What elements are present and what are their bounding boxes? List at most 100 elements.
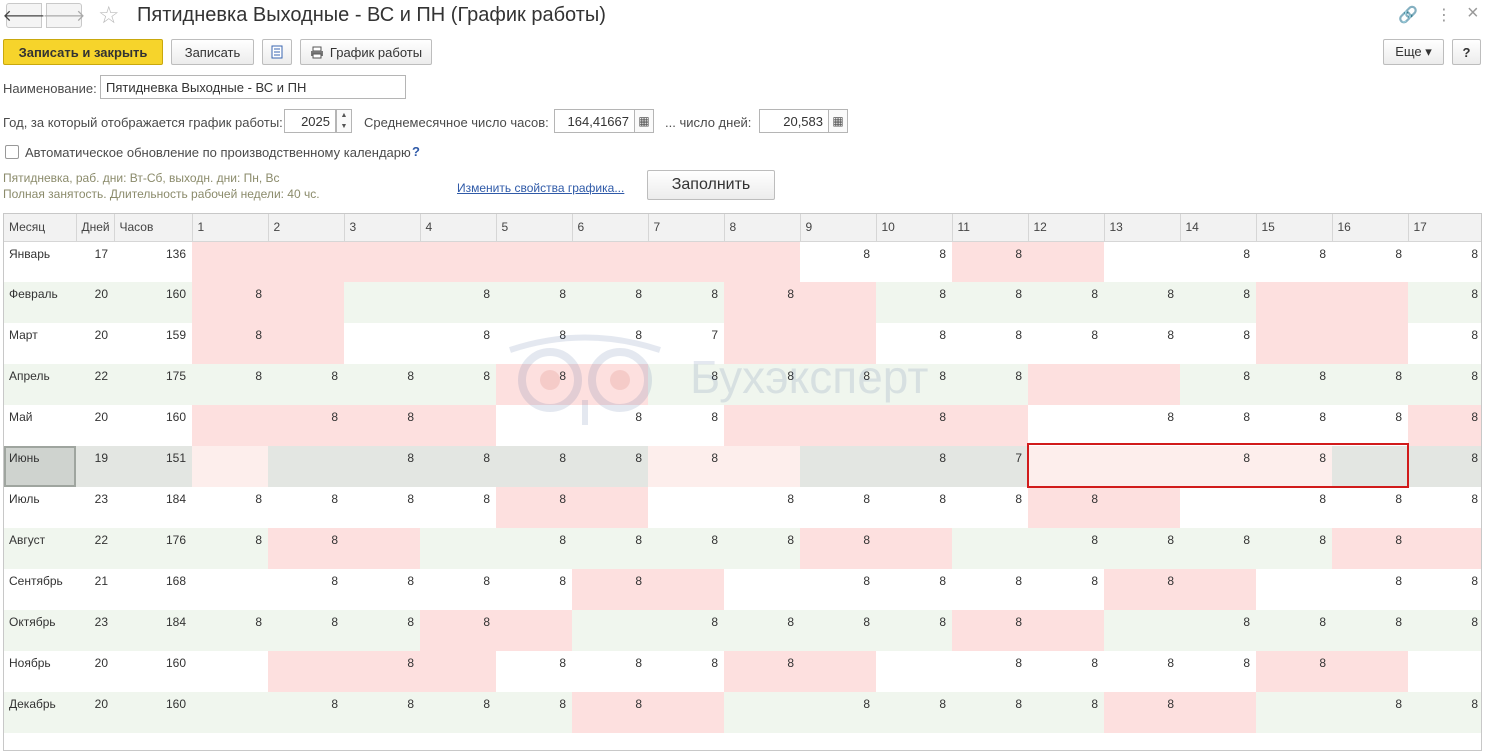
days-cell[interactable]: 17 bbox=[76, 241, 114, 282]
table-row[interactable]: Май 20 160 8 8 8 8 8 8 8 8 8 8 bbox=[4, 405, 1481, 446]
day-cell[interactable] bbox=[648, 241, 724, 282]
day-cell[interactable]: 8 bbox=[344, 569, 420, 610]
day-cell[interactable]: 8 bbox=[572, 692, 648, 733]
day-cell[interactable]: 8 bbox=[344, 651, 420, 692]
table-row[interactable]: Август 22 176 8 8 8 8 8 8 8 8 8 8 8 8 bbox=[4, 528, 1481, 569]
day-cell[interactable] bbox=[1332, 282, 1408, 323]
day-cell[interactable]: 8 bbox=[876, 364, 952, 405]
day-cell[interactable]: 8 bbox=[1408, 692, 1481, 733]
day-cell[interactable]: 8 bbox=[1408, 569, 1481, 610]
day-cell[interactable]: 8 bbox=[192, 364, 268, 405]
day-cell[interactable]: 8 bbox=[1408, 610, 1481, 651]
help-button[interactable]: ? bbox=[1452, 39, 1481, 65]
day-cell[interactable]: 8 bbox=[496, 487, 572, 528]
day-cell[interactable]: 8 bbox=[648, 364, 724, 405]
day-cell[interactable]: 8 bbox=[876, 446, 952, 487]
day-cell[interactable] bbox=[344, 323, 420, 364]
day-cell[interactable]: 7 bbox=[952, 446, 1028, 487]
day-cell[interactable]: 8 bbox=[1332, 569, 1408, 610]
column-header-day[interactable]: 9 bbox=[800, 214, 877, 242]
day-cell[interactable] bbox=[952, 405, 1028, 446]
day-cell[interactable]: 8 bbox=[496, 323, 572, 364]
day-cell[interactable]: 8 bbox=[496, 364, 572, 405]
days-cell[interactable]: 23 bbox=[76, 610, 114, 651]
day-cell[interactable] bbox=[1104, 610, 1180, 651]
day-cell[interactable] bbox=[192, 692, 268, 733]
day-cell[interactable]: 8 bbox=[724, 651, 800, 692]
day-cell[interactable] bbox=[192, 241, 268, 282]
day-cell[interactable] bbox=[724, 446, 800, 487]
day-cell[interactable]: 8 bbox=[1408, 323, 1481, 364]
table-row[interactable]: Декабрь201608888888888888 bbox=[4, 692, 1481, 733]
fill-button[interactable]: Заполнить bbox=[647, 170, 775, 200]
day-cell[interactable]: 8 bbox=[268, 405, 344, 446]
day-cell[interactable] bbox=[268, 282, 344, 323]
day-cell[interactable]: 8 bbox=[876, 569, 952, 610]
column-header-day[interactable]: 11 bbox=[952, 214, 1029, 242]
day-cell[interactable] bbox=[1028, 241, 1104, 282]
table-row[interactable]: Февраль201608888888888888 bbox=[4, 282, 1481, 323]
column-header-day[interactable]: 3 bbox=[344, 214, 421, 242]
column-header-day[interactable]: 12 bbox=[1028, 214, 1105, 242]
day-cell[interactable] bbox=[572, 610, 648, 651]
help-question-icon[interactable]: ? bbox=[412, 144, 420, 159]
days-cell[interactable]: 20 bbox=[76, 282, 114, 323]
spin-up-icon[interactable]: ▲ bbox=[341, 112, 348, 119]
day-cell[interactable]: 8 bbox=[1256, 487, 1332, 528]
day-cell[interactable]: 8 bbox=[1028, 282, 1104, 323]
day-cell[interactable] bbox=[1028, 405, 1104, 446]
day-cell[interactable]: 8 bbox=[1256, 446, 1332, 487]
day-cell[interactable] bbox=[724, 241, 800, 282]
back-arrow-icon[interactable]: 🡐 bbox=[3, 3, 45, 28]
day-cell[interactable]: 8 bbox=[496, 528, 572, 569]
day-cell[interactable] bbox=[496, 610, 572, 651]
day-cell[interactable] bbox=[724, 692, 800, 733]
column-header-day[interactable]: 13 bbox=[1104, 214, 1181, 242]
day-cell[interactable]: 8 bbox=[1332, 487, 1408, 528]
day-cell[interactable]: 8 bbox=[268, 692, 344, 733]
day-cell[interactable]: 8 bbox=[572, 651, 648, 692]
table-row[interactable]: Октябрь2318488888888888888 bbox=[4, 610, 1481, 651]
day-cell[interactable] bbox=[1028, 364, 1104, 405]
day-cell[interactable] bbox=[648, 569, 724, 610]
day-cell[interactable] bbox=[192, 651, 268, 692]
day-cell[interactable]: 8 bbox=[952, 323, 1028, 364]
day-cell[interactable]: 8 bbox=[1256, 364, 1332, 405]
day-cell[interactable]: 8 bbox=[344, 364, 420, 405]
day-cell[interactable]: 8 bbox=[1332, 364, 1408, 405]
day-cell[interactable]: 8 bbox=[952, 651, 1028, 692]
day-cell[interactable]: 8 bbox=[1332, 610, 1408, 651]
month-cell[interactable]: Январь bbox=[4, 241, 76, 282]
day-cell[interactable] bbox=[572, 487, 648, 528]
day-cell[interactable]: 8 bbox=[268, 487, 344, 528]
day-cell[interactable] bbox=[648, 692, 724, 733]
day-cell[interactable] bbox=[1332, 446, 1408, 487]
day-cell[interactable]: 8 bbox=[1180, 282, 1256, 323]
table-row[interactable]: Январь1713688888888 bbox=[4, 241, 1481, 282]
month-cell[interactable]: Август bbox=[4, 528, 76, 569]
day-cell[interactable] bbox=[192, 569, 268, 610]
column-header-day[interactable]: 16 bbox=[1332, 214, 1409, 242]
day-cell[interactable] bbox=[268, 241, 344, 282]
hours-cell[interactable]: 160 bbox=[114, 651, 192, 692]
day-cell[interactable]: 8 bbox=[344, 692, 420, 733]
day-cell[interactable]: 8 bbox=[1408, 446, 1481, 487]
day-cell[interactable]: 8 bbox=[1408, 487, 1481, 528]
save-and-close-button[interactable]: Записать и закрыть bbox=[3, 39, 163, 65]
column-header-hours[interactable]: Часов bbox=[114, 214, 193, 242]
day-cell[interactable]: 8 bbox=[648, 610, 724, 651]
day-cell[interactable] bbox=[496, 405, 572, 446]
calculator-icon[interactable]: ▦ bbox=[828, 109, 848, 133]
day-cell[interactable]: 8 bbox=[1180, 241, 1256, 282]
day-cell[interactable]: 8 bbox=[1104, 528, 1180, 569]
day-cell[interactable]: 8 bbox=[572, 282, 648, 323]
hours-cell[interactable]: 168 bbox=[114, 569, 192, 610]
day-cell[interactable]: 8 bbox=[876, 405, 952, 446]
day-cell[interactable]: 8 bbox=[192, 323, 268, 364]
day-cell[interactable]: 8 bbox=[1028, 323, 1104, 364]
month-cell[interactable]: Март bbox=[4, 323, 76, 364]
day-cell[interactable] bbox=[724, 569, 800, 610]
day-cell[interactable]: 8 bbox=[1180, 610, 1256, 651]
days-cell[interactable]: 20 bbox=[76, 405, 114, 446]
day-cell[interactable]: 8 bbox=[952, 364, 1028, 405]
